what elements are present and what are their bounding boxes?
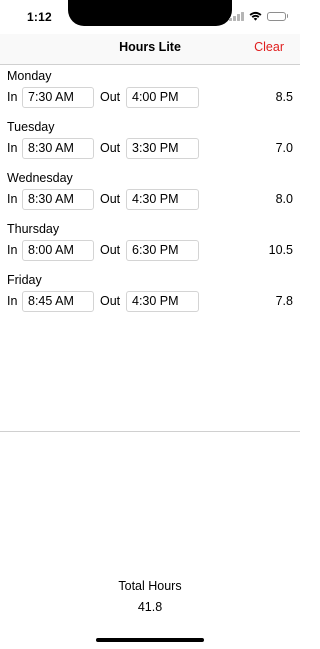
day-hours: 7.0 <box>275 141 293 155</box>
day-row-friday: Friday In 8:45 AM Out 4:30 PM 7.8 <box>0 272 300 323</box>
day-label: Tuesday <box>7 120 55 134</box>
total-hours-value: 41.8 <box>137 600 163 614</box>
day-row-monday: Monday In 7:30 AM Out 4:00 PM 8.5 <box>0 68 300 119</box>
day-hours: 10.5 <box>268 243 293 257</box>
status-time: 1:12 <box>27 10 52 24</box>
in-label: In <box>7 243 18 257</box>
in-label: In <box>7 90 18 104</box>
wifi-icon <box>249 11 262 21</box>
clock-out-field[interactable]: 4:00 PM <box>126 87 199 108</box>
out-label: Out <box>100 243 121 257</box>
day-hours: 7.8 <box>275 294 293 308</box>
day-label: Thursday <box>7 222 60 236</box>
day-hours: 8.5 <box>275 90 293 104</box>
clock-in-field[interactable]: 8:30 AM <box>22 138 94 159</box>
section-divider <box>0 431 300 432</box>
out-label: Out <box>100 141 121 155</box>
battery-icon <box>266 11 288 21</box>
day-label: Monday <box>7 69 52 83</box>
day-label: Friday <box>7 273 42 287</box>
out-label: Out <box>100 192 121 206</box>
navigation-bar: Hours Lite Clear <box>0 34 300 65</box>
clock-out-field[interactable]: 4:30 PM <box>126 291 199 312</box>
clock-in-field[interactable]: 7:30 AM <box>22 87 94 108</box>
day-label: Wednesday <box>7 171 73 185</box>
clock-in-field[interactable]: 8:30 AM <box>22 189 94 210</box>
day-row-wednesday: Wednesday In 8:30 AM Out 4:30 PM 8.0 <box>0 170 300 221</box>
day-row-tuesday: Tuesday In 8:30 AM Out 3:30 PM 7.0 <box>0 119 300 170</box>
clear-button[interactable]: Clear <box>254 40 284 54</box>
device-notch <box>68 0 232 26</box>
clock-out-field[interactable]: 3:30 PM <box>126 138 199 159</box>
app-screen: 1:12 Hours Lite Clear Monday In 7:30 AM … <box>0 0 300 649</box>
in-label: In <box>7 192 18 206</box>
status-icons <box>229 11 288 21</box>
in-label: In <box>7 141 18 155</box>
day-list: Monday In 7:30 AM Out 4:00 PM 8.5 Tuesda… <box>0 68 300 323</box>
day-row-thursday: Thursday In 8:00 AM Out 6:30 PM 10.5 <box>0 221 300 272</box>
out-label: Out <box>100 294 121 308</box>
cellular-signal-icon <box>229 11 244 21</box>
out-label: Out <box>100 90 121 104</box>
clock-in-field[interactable]: 8:00 AM <box>22 240 94 261</box>
status-bar: 1:12 <box>0 0 300 34</box>
day-hours: 8.0 <box>275 192 293 206</box>
clock-out-field[interactable]: 4:30 PM <box>126 189 199 210</box>
in-label: In <box>7 294 18 308</box>
home-indicator[interactable] <box>96 638 204 642</box>
total-hours-label: Total Hours <box>118 579 182 593</box>
clock-in-field[interactable]: 8:45 AM <box>22 291 94 312</box>
clock-out-field[interactable]: 6:30 PM <box>126 240 199 261</box>
